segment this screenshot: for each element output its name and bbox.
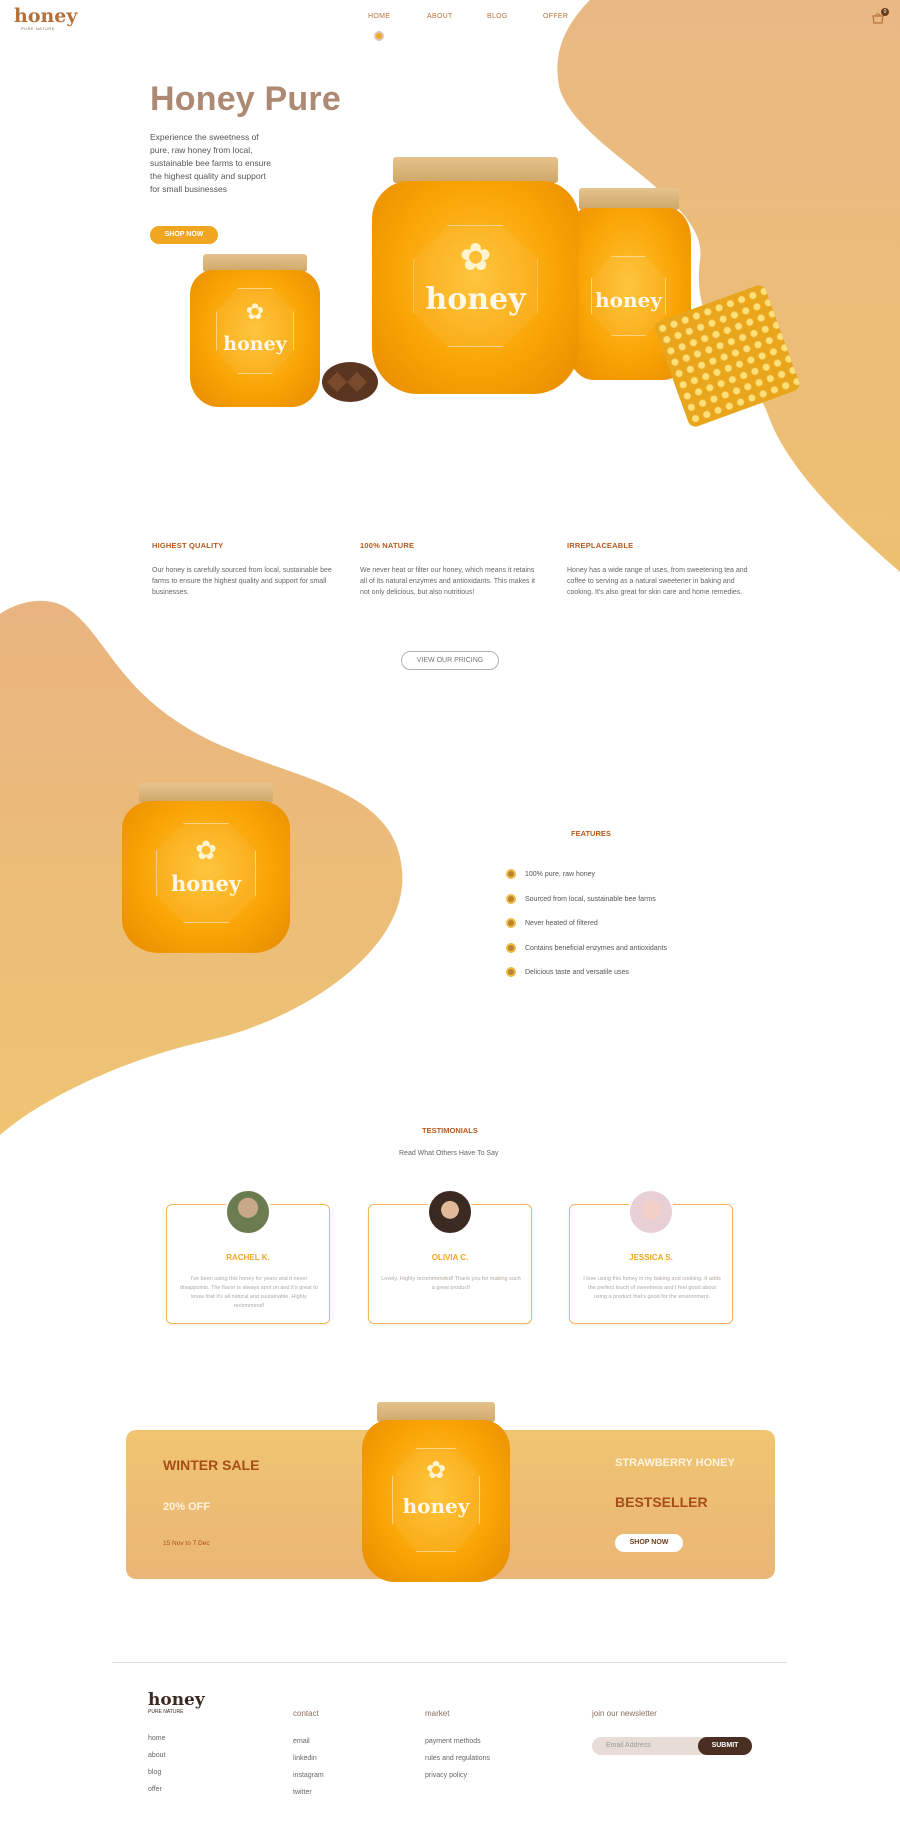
quality-text-2: We never heat or filter our honey, which… (360, 567, 535, 596)
review-text: Lovely. Highly recommended! Thank you fo… (381, 1276, 521, 1291)
footer-link-twitter[interactable]: twitter (293, 1789, 312, 1796)
feature-item-1: 100% pure, raw honey (525, 871, 596, 878)
bullet-icon (506, 918, 516, 928)
nav-active-indicator (374, 31, 384, 41)
product-name: STRAWBERRY HONEY (615, 1457, 735, 1469)
footer-link-payment[interactable]: payment methods (425, 1738, 481, 1745)
bullet-icon (506, 967, 516, 977)
jar-features-image: ✿ honey (122, 783, 290, 953)
nav-blog[interactable]: BLOG (487, 13, 508, 20)
footer-link-rules[interactable]: rules and regulations (425, 1755, 490, 1762)
review-text: I've been using this honey for years and… (180, 1276, 318, 1309)
features-title: FEATURES (571, 829, 611, 838)
bullet-icon (506, 943, 516, 953)
avatar (628, 1189, 674, 1235)
footer-link-offer[interactable]: offer (148, 1786, 162, 1793)
feature-item-2: Sourced from local, sustainable bee farm… (525, 896, 656, 903)
footer-logo[interactable]: honey PURE NATURE (148, 1690, 205, 1716)
flower-icon: ✿ (459, 237, 492, 279)
hero-shop-now-button[interactable]: SHOP NOW (150, 226, 218, 244)
footer-link-home[interactable]: home (148, 1735, 166, 1742)
view-pricing-button[interactable]: VIEW OUR PRICING (401, 651, 499, 670)
feature-item-4: Contains beneficial enzymes and antioxid… (525, 945, 668, 952)
sale-title: WINTER SALE (163, 1457, 260, 1473)
feature-item-5: Delicious taste and versatile uses (525, 969, 629, 976)
banner-shop-now-button[interactable]: SHOP NOW (615, 1534, 683, 1552)
footer-divider (112, 1662, 787, 1663)
quality-text-3: Honey has a wide range of uses, from swe… (567, 567, 748, 596)
footer-link-privacy[interactable]: privacy policy (425, 1772, 467, 1779)
footer-link-blog[interactable]: blog (148, 1769, 161, 1776)
jar-main-image: ✿ honey (372, 157, 579, 394)
footer-link-instagram[interactable]: instagram (293, 1772, 324, 1779)
cart-badge: 0 (881, 8, 889, 16)
footer-link-email[interactable]: email (293, 1738, 310, 1745)
reviewer-name: OLIVIA C. (431, 1253, 469, 1262)
footer-contact-title: contact (293, 1709, 319, 1718)
quality-text-1: Our honey is carefully sourced from loca… (152, 567, 332, 596)
quality-title-2: 100% NATURE (360, 541, 415, 550)
hero-description: Experience the sweetness of pure, raw ho… (150, 132, 271, 194)
footer-link-about[interactable]: about (148, 1752, 166, 1759)
pinecone-image (322, 362, 378, 402)
brand-logo[interactable]: honey PURE NATURE (14, 5, 78, 31)
avatar (427, 1189, 473, 1235)
jar-sale-image: ✿ honey (362, 1402, 510, 1582)
bullet-icon (506, 869, 516, 879)
newsletter-form: Email Address SUBMIT (592, 1737, 752, 1755)
logo-tagline: PURE NATURE (21, 26, 55, 31)
footer-logo-wordmark: honey (148, 1690, 205, 1710)
nav-offer[interactable]: OFFER (543, 13, 568, 20)
bestseller-label: BESTSELLER (615, 1494, 708, 1510)
nav-about[interactable]: ABOUT (427, 13, 453, 20)
reviewer-name: RACHEL K. (226, 1253, 270, 1262)
quality-title-1: HIGHEST QUALITY (152, 541, 224, 550)
avatar (225, 1189, 271, 1235)
quality-title-3: IRREPLACEABLE (567, 541, 634, 550)
testimonials-title: TESTIMONIALS (422, 1126, 478, 1135)
newsletter-submit-button[interactable]: SUBMIT (698, 1737, 752, 1755)
jar-small-left-image: ✿ honey (190, 254, 320, 407)
reviewer-name: JESSICA S. (629, 1253, 673, 1262)
footer-market-title: market (425, 1709, 450, 1718)
testimonials-subtitle: Read What Others Have To Say (399, 1150, 499, 1157)
cart-button[interactable]: 0 (872, 8, 889, 24)
flower-icon: ✿ (245, 299, 265, 324)
review-text: I love using this honey in my baking and… (583, 1276, 721, 1300)
sale-dates: 15 Nov to 7 Dec (163, 1540, 210, 1547)
logo-wordmark: honey (14, 5, 78, 27)
newsletter-title: join our newsletter (592, 1709, 657, 1718)
sale-discount: 20% OFF (163, 1501, 211, 1513)
bullet-icon (506, 894, 516, 904)
flower-icon: ✿ (425, 1457, 447, 1484)
hero-title: Honey Pure (150, 80, 341, 118)
feature-item-3: Never heated of filtered (525, 920, 598, 927)
nav-home[interactable]: HOME (368, 13, 390, 20)
newsletter-email-input[interactable]: Email Address (606, 1742, 651, 1749)
footer-link-linkedin[interactable]: linkedin (293, 1755, 317, 1762)
flower-icon: ✿ (195, 835, 217, 865)
